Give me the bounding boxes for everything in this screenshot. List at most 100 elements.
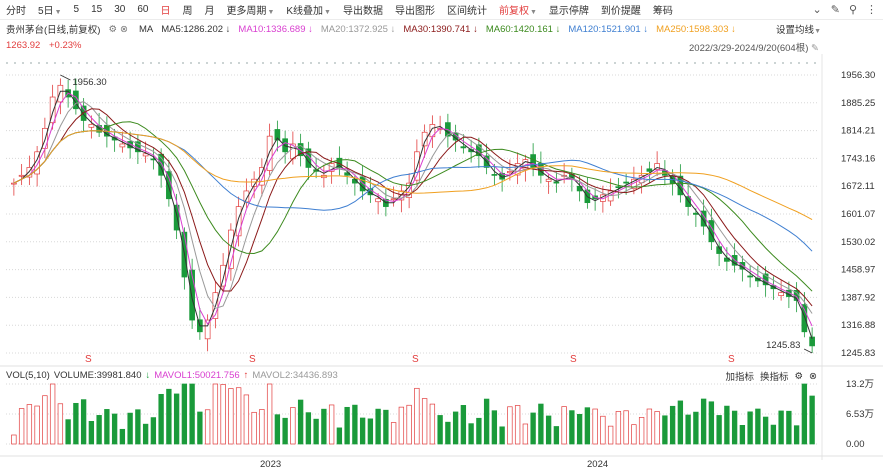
candle-body — [623, 181, 629, 184]
volume-bar — [204, 409, 211, 445]
volume-bar — [685, 414, 691, 445]
volume-bar — [73, 402, 79, 445]
volume-bar — [507, 406, 513, 445]
volume-bar — [336, 427, 343, 445]
volume-bar — [669, 405, 676, 445]
volume-bar — [514, 405, 521, 445]
close-icon[interactable]: ⊗ — [809, 371, 817, 382]
price-axis-label: 1530.02 — [841, 237, 875, 248]
candle-body — [747, 275, 753, 278]
volume-bar — [476, 417, 482, 445]
volume-bar — [212, 383, 219, 445]
price-axis-label: 1601.07 — [841, 209, 875, 220]
volume-bar — [499, 426, 505, 445]
dividend-marker: S — [570, 354, 577, 365]
volume-bar — [638, 417, 645, 445]
volume-bar — [747, 411, 753, 445]
volume-bar — [421, 398, 428, 445]
volume-bar — [305, 412, 312, 445]
gear-icon[interactable]: ⚙ — [795, 371, 804, 382]
volume-bar — [460, 405, 467, 445]
volume-bar — [142, 423, 149, 445]
volume-bar — [561, 406, 567, 445]
price-axis-label: 1672.11 — [841, 181, 875, 192]
volume-bar — [282, 417, 288, 445]
candle-body — [57, 84, 64, 103]
volume-bar — [135, 409, 141, 445]
volume-bar — [623, 410, 629, 445]
volume-bar — [607, 425, 614, 445]
low-annotation: 1245.83 — [766, 340, 800, 351]
mavol1-arrow: ↓ — [145, 370, 151, 381]
add-indicator-button[interactable]: 加指标 — [725, 369, 754, 383]
volume-bar — [26, 404, 33, 445]
volume-bar — [716, 415, 722, 445]
volume-bar — [274, 414, 281, 445]
volume-bar — [11, 434, 17, 445]
volume-bar — [313, 418, 319, 445]
candle-body — [507, 171, 513, 174]
volume-bar — [739, 425, 746, 445]
price-axis-label: 1885.25 — [841, 98, 875, 109]
volume-bar — [34, 405, 40, 445]
volume-bar — [328, 404, 335, 445]
volume-bar — [522, 423, 529, 445]
candle-body — [235, 206, 242, 237]
volume-bar — [801, 383, 808, 445]
volume-bar — [708, 401, 715, 445]
volume-bar — [228, 388, 234, 445]
volume-bar — [693, 411, 699, 445]
volume-bar — [646, 408, 653, 445]
volume-bar — [429, 403, 436, 445]
ma5-line — [13, 90, 813, 339]
volume-bar — [770, 424, 777, 445]
volume-bar — [731, 410, 738, 445]
volume-bar — [662, 415, 668, 445]
low-pointer — [803, 348, 813, 354]
volume-bar — [220, 384, 226, 445]
volume-bar — [545, 415, 552, 445]
volume-bar — [104, 409, 110, 445]
dividend-marker: S — [412, 354, 419, 365]
volume-bar — [80, 399, 87, 445]
switch-indicator-button[interactable]: 换指标 — [760, 369, 789, 383]
x-axis-label: 2023 — [260, 459, 281, 470]
high-annotation: 1956.30 — [72, 77, 106, 88]
volume-bar — [631, 424, 637, 445]
volume-bar — [266, 383, 273, 445]
volume-bar — [18, 408, 25, 445]
volume-bar — [150, 417, 157, 445]
ma20-line — [13, 101, 813, 314]
high-pointer — [60, 74, 71, 81]
volume-bar — [65, 419, 71, 445]
ma10-line — [13, 92, 813, 327]
volume-bar — [158, 393, 164, 445]
candle-body — [545, 178, 552, 182]
volume-bar — [49, 383, 56, 445]
volume-bar — [724, 405, 730, 445]
volume-bar — [359, 417, 366, 445]
kline-chart[interactable]: 1956.30 1885.25 1814.21 1743.16 1672.11 1601.… — [0, 0, 883, 473]
candle-body — [646, 168, 653, 172]
price-axis-label: 1316.88 — [841, 320, 875, 331]
dividend-marker: S — [249, 354, 256, 365]
volume-bar — [592, 408, 598, 445]
volume-bar — [553, 426, 560, 445]
vol-label: VOL(5,10) — [6, 370, 50, 381]
volume-bar — [251, 411, 257, 445]
volume-value: VOLUME:39981.840 — [53, 370, 142, 381]
volume-bar — [57, 403, 64, 445]
mavol2-value: MAVOL2:34436.893 — [252, 370, 338, 381]
volume-tools: 加指标 换指标 ⚙ ⊗ — [725, 369, 817, 384]
candle-body — [18, 174, 25, 177]
price-axis-label: 1743.16 — [841, 153, 875, 164]
volume-bar — [778, 410, 784, 445]
volume-bar — [398, 406, 405, 445]
volume-bar — [654, 411, 660, 445]
volume-bar — [600, 415, 606, 445]
candle-body — [390, 198, 397, 201]
volume-bar — [189, 383, 195, 445]
volume-bar — [88, 420, 95, 445]
volume-bar — [390, 422, 397, 445]
volume-bar — [762, 416, 769, 445]
